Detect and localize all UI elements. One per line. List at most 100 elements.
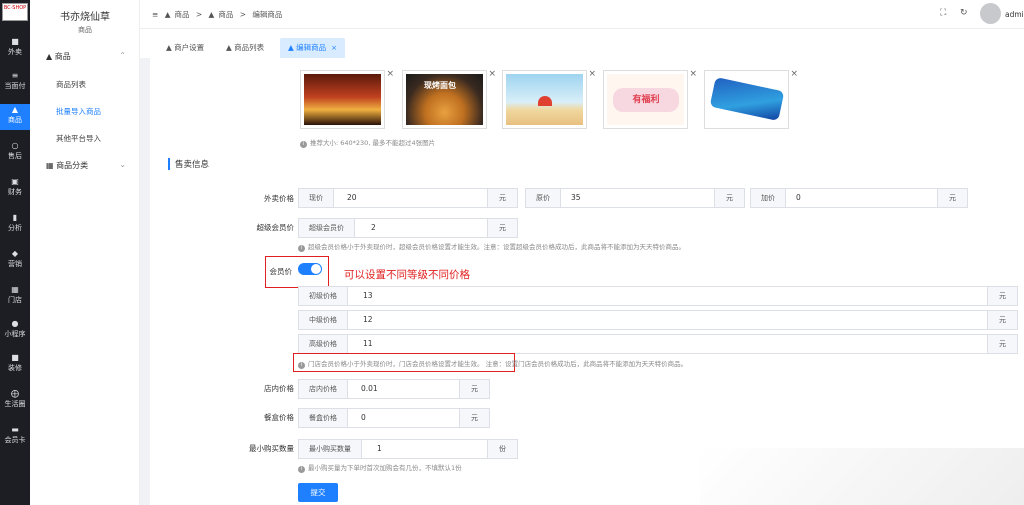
chevron-up-icon: ⌃ [119, 51, 126, 60]
breadcrumb-current: 编辑商品 [252, 10, 283, 19]
min-purchase-tip: i 最小购买量为下单时首次加购会有几份，不填默认1份 [298, 462, 462, 473]
menu-item-platform-import[interactable]: 其他平台导入 [56, 133, 101, 144]
nav-decorate[interactable]: ■ 装修 [0, 352, 30, 378]
nav-member-card[interactable]: ▬ 会员卡 [0, 424, 30, 450]
menu-item-goods-list[interactable]: 商品列表 [56, 79, 86, 90]
menu-group-goods[interactable]: ▲ 商品 ⌃ [46, 51, 126, 62]
close-icon[interactable]: × [386, 69, 394, 79]
circle-icon: ⨁ [11, 389, 19, 398]
close-icon[interactable]: × [488, 69, 496, 79]
tab-goods-list[interactable]: ▲ 商品列表 [218, 38, 272, 58]
breadcrumb-separator: > [239, 10, 247, 19]
super-member-price-field[interactable]: 超级会员价 2 元 [298, 218, 518, 238]
user-name[interactable]: admin [1005, 10, 1024, 19]
menu-item-batch-import[interactable]: 批量导入商品 [56, 106, 101, 117]
box-price-value[interactable]: 0 [361, 409, 366, 427]
current-price-field[interactable]: 现价 20 元 [298, 188, 518, 208]
tab-merchant-settings[interactable]: ▲ 商户设置 [158, 38, 212, 58]
icon-sidebar: BC·SHOP ■ 外卖 ≡ 当面付 ▲ 商品 ○ 售后 ▣ 财务 ▮ 分析 ◆ 营销 ▦ 门店… [0, 0, 30, 505]
min-purchase-label: 最小购买数量 [249, 444, 294, 453]
banner-text: 有福利 [613, 88, 679, 112]
annotation-text: 可以设置不同等级不同价格 [344, 269, 470, 281]
original-price-field[interactable]: 原价 35 元 [525, 188, 745, 208]
box-price-label: 餐盒价格 [264, 413, 294, 422]
nav-goods[interactable]: ▲ 商品 [0, 104, 30, 130]
breadcrumb-item[interactable]: 商品 [174, 10, 189, 19]
nav-marketing[interactable]: ◆ 营销 [0, 248, 30, 274]
grid-icon: ▦ [46, 161, 57, 170]
info-icon: i [300, 141, 307, 148]
goods-image-5: × [704, 69, 798, 129]
min-purchase-value[interactable]: 1 [377, 440, 382, 458]
headset-icon: ○ [11, 141, 19, 150]
junior-price-value[interactable]: 13 [363, 287, 373, 305]
submit-button[interactable]: 提交 [298, 483, 338, 502]
gift-icon: ◆ [11, 249, 19, 258]
tab-bar: ▲ 商户设置 ▲ 商品列表 ▲ 编辑商品 × [140, 28, 1024, 58]
nav-face-pay[interactable]: ≡ 当面付 [0, 70, 30, 96]
box-price-field[interactable]: 餐盒价格 0 元 [298, 408, 490, 428]
yuan-suffix: 元 [987, 335, 1017, 353]
fullscreen-icon[interactable]: ⛶ [940, 8, 946, 18]
current-price-value[interactable]: 20 [347, 189, 357, 207]
box-price-prefix: 餐盒价格 [299, 409, 348, 427]
info-icon: i [298, 466, 305, 473]
nav-mini-program[interactable]: ● 小程序 [0, 318, 30, 344]
shop-icon: ▲ [164, 10, 171, 19]
store-price-value[interactable]: 0.01 [361, 380, 378, 398]
min-purchase-field[interactable]: 最小购买数量 1 份 [298, 439, 518, 459]
yuan-suffix: 元 [937, 189, 967, 207]
senior-price-value[interactable]: 11 [363, 335, 373, 353]
nav-after-sale[interactable]: ○ 售后 [0, 140, 30, 166]
super-member-prefix: 超级会员价 [299, 219, 355, 237]
min-purchase-prefix: 最小购买数量 [299, 440, 362, 458]
tab-edit-goods[interactable]: ▲ 编辑商品 × [280, 38, 346, 58]
plus-price-value[interactable]: 0 [796, 189, 801, 207]
original-price-value[interactable]: 35 [571, 189, 581, 207]
yuan-suffix: 元 [487, 189, 517, 207]
info-icon: i [298, 245, 305, 252]
goods-image-2: 现烤面包 × [402, 69, 496, 129]
nav-analysis[interactable]: ▮ 分析 [0, 212, 30, 238]
close-icon[interactable]: × [588, 69, 596, 79]
nav-life-circle[interactable]: ⨁ 生活圈 [0, 388, 30, 414]
section-title: 售卖信息 [168, 158, 209, 170]
nav-takeout[interactable]: ■ 外卖 [0, 36, 30, 62]
nav-finance[interactable]: ▣ 财务 [0, 176, 30, 202]
collapse-menu-icon[interactable]: ≡ [152, 10, 158, 19]
nav-store[interactable]: ▦ 门店 [0, 284, 30, 310]
middle-price-value[interactable]: 12 [363, 311, 373, 329]
shop-icon: ▲ [226, 43, 235, 52]
middle-price-field[interactable]: 中级价格 12 元 [298, 310, 1018, 330]
goods-menu: 书亦烧仙草 商品 ▲ 商品 ⌃ 商品列表 批量导入商品 其他平台导入 ▦ 商品分… [30, 0, 140, 505]
watermark-fade [700, 448, 1024, 505]
image-tip: i 推荐大小: 640*230, 最多不能超过4张图片 [300, 137, 435, 148]
refresh-icon[interactable]: ↻ [960, 8, 968, 18]
shop-icon: ▲ [208, 10, 215, 19]
plus-price-field[interactable]: 加价 0 元 [750, 188, 968, 208]
super-member-value[interactable]: 2 [371, 219, 376, 237]
menu-subtitle: 商品 [78, 26, 92, 34]
member-price-toggle[interactable] [298, 263, 322, 275]
current-price-prefix: 现价 [299, 189, 334, 207]
info-icon: i [298, 362, 305, 369]
fen-suffix: 份 [487, 440, 517, 458]
junior-price-field[interactable]: 初级价格 13 元 [298, 286, 1018, 306]
close-icon[interactable]: × [331, 44, 337, 52]
menu-group-category[interactable]: ▦ 商品分类 ⌄ [46, 160, 126, 171]
breadcrumb-item[interactable]: 商品 [218, 10, 233, 19]
original-price-prefix: 原价 [526, 189, 561, 207]
senior-price-field[interactable]: 高级价格 11 元 [298, 334, 1018, 354]
store-price-prefix: 店内价格 [299, 380, 348, 398]
avatar[interactable] [980, 3, 1001, 24]
store-price-field[interactable]: 店内价格 0.01 元 [298, 379, 490, 399]
goods-image-1: × [300, 69, 394, 129]
bar-chart-icon: ▮ [12, 213, 18, 222]
yuan-suffix: 元 [987, 311, 1017, 329]
shop-icon: ▲ [166, 43, 175, 52]
close-icon[interactable]: × [689, 69, 697, 79]
card-icon: ▬ [11, 425, 19, 434]
close-icon[interactable]: × [790, 69, 798, 79]
store-icon: ▦ [11, 285, 19, 294]
member-price-label: 会员价 [269, 267, 293, 276]
